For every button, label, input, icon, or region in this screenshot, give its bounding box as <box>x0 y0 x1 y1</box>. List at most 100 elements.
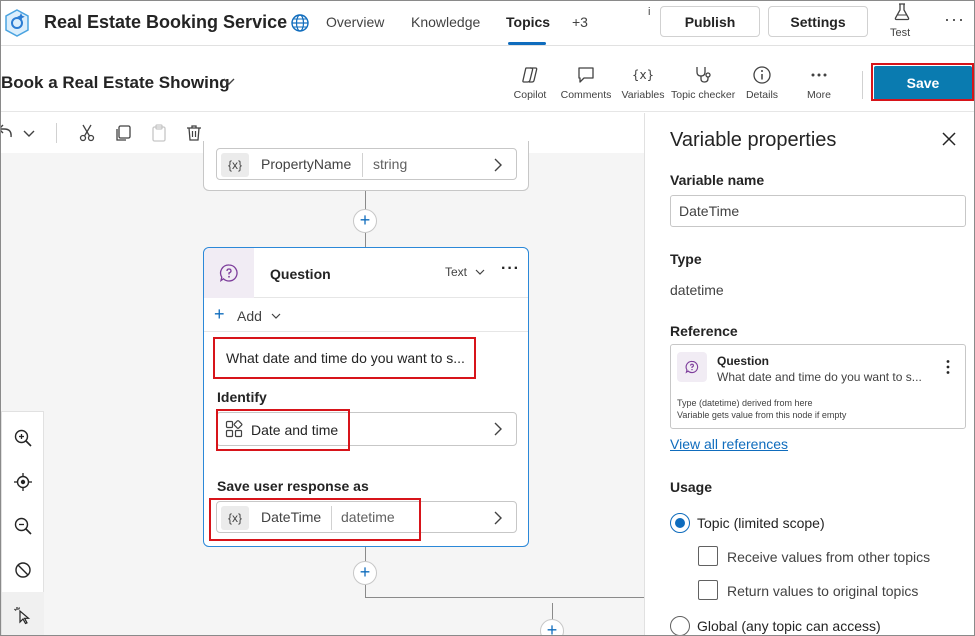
datetime-variable-field[interactable]: {x} DateTime datetime <box>216 501 517 533</box>
return-values-label[interactable]: Return values to original topics <box>727 583 918 599</box>
details-label: Details <box>745 89 779 101</box>
add-node-button[interactable]: + <box>540 619 564 635</box>
previous-node-card[interactable]: {x} PropertyName string <box>203 141 529 191</box>
publish-button[interactable]: Publish <box>660 6 760 37</box>
tab-knowledge[interactable]: Knowledge <box>411 14 480 30</box>
info-marker: i <box>648 6 651 18</box>
return-values-checkbox[interactable] <box>698 580 718 600</box>
chevron-right-icon[interactable] <box>492 158 504 172</box>
variable-type: string <box>373 156 408 172</box>
global-scope-radio[interactable] <box>670 616 690 635</box>
entity-label: Date and time <box>251 422 339 438</box>
copilot-icon <box>522 67 538 83</box>
chevron-down-icon[interactable] <box>474 266 486 278</box>
receive-values-checkbox[interactable] <box>698 546 718 566</box>
delete-icon[interactable] <box>184 123 204 143</box>
reference-node-text: What date and time do you want to s... <box>717 370 922 384</box>
comments-label: Comments <box>560 89 612 101</box>
canvas-zoom-toolbar <box>1 411 44 635</box>
close-icon[interactable] <box>941 131 957 147</box>
tab-more-count[interactable]: +3 <box>572 14 588 30</box>
panel-title: Variable properties <box>670 129 837 151</box>
toolbar-divider <box>862 71 863 99</box>
reference-card[interactable]: Question What date and time do you want … <box>670 344 966 429</box>
question-bubble-icon <box>685 360 699 374</box>
topic-bar: Book a Real Estate Showing Copilot Comme… <box>1 47 974 112</box>
question-node-header: Question Text ··· <box>204 248 528 298</box>
more-tool[interactable]: More <box>787 65 851 101</box>
chevron-down-icon[interactable] <box>270 310 282 322</box>
tab-overview[interactable]: Overview <box>326 14 384 30</box>
more-options-icon[interactable]: ··· <box>944 9 965 30</box>
globe-icon[interactable] <box>290 13 310 33</box>
variables-tool[interactable]: {x} Variables <box>611 65 675 101</box>
question-message-text[interactable]: What date and time do you want to s... <box>216 340 476 378</box>
cut-icon[interactable] <box>77 123 97 143</box>
node-more-options-icon[interactable]: ··· <box>501 260 520 278</box>
minimap-toggle-icon[interactable] <box>13 560 33 580</box>
recenter-icon[interactable] <box>13 472 33 492</box>
usage-label: Usage <box>670 479 713 495</box>
identify-entity-field[interactable]: Date and time <box>216 412 517 446</box>
question-mode-label[interactable]: Text <box>445 265 467 279</box>
undo-icon[interactable] <box>0 123 15 143</box>
tab-topics[interactable]: Topics <box>506 14 550 30</box>
zoom-in-icon[interactable] <box>13 428 33 448</box>
select-pointer-icon[interactable] <box>13 605 33 625</box>
question-bubble-icon <box>219 264 238 282</box>
variable-icon: {x} <box>221 153 249 177</box>
more-label: More <box>807 89 831 101</box>
field-separator <box>331 506 332 530</box>
vertical-ellipsis-icon[interactable] <box>945 359 951 375</box>
app-bar: Real Estate Booking Service Overview Kno… <box>1 1 974 46</box>
chevron-right-icon[interactable] <box>492 511 504 525</box>
save-response-label: Save user response as <box>217 478 369 494</box>
receive-values-label[interactable]: Receive values from other topics <box>727 549 930 565</box>
add-content-row[interactable]: + Add <box>204 298 528 332</box>
test-label[interactable]: Test <box>890 27 910 39</box>
add-node-button[interactable]: + <box>353 561 377 585</box>
topic-scope-label[interactable]: Topic (limited scope) <box>697 515 825 531</box>
authoring-canvas[interactable]: {x} PropertyName string + Question Text … <box>0 113 645 635</box>
connector-line <box>365 233 366 247</box>
reference-node-title: Question <box>717 354 770 368</box>
save-button[interactable]: Save <box>874 66 972 100</box>
global-scope-label[interactable]: Global (any topic can access) <box>697 618 881 634</box>
type-label: Type <box>670 251 702 267</box>
variable-name-label: Variable name <box>670 172 765 188</box>
stethoscope-icon <box>696 67 711 83</box>
ellipsis-icon <box>811 73 827 77</box>
undo-dropdown-chevron-icon[interactable] <box>21 123 37 143</box>
details-tool[interactable]: Details <box>730 65 794 101</box>
plus-icon: + <box>214 304 225 324</box>
settings-button[interactable]: Settings <box>768 6 868 37</box>
variable-name-input[interactable]: DateTime <box>670 195 966 227</box>
add-label: Add <box>237 308 262 324</box>
add-node-button[interactable]: + <box>353 209 377 233</box>
chevron-down-icon[interactable] <box>221 73 237 89</box>
question-icon-box <box>677 352 707 382</box>
copilot-tool[interactable]: Copilot <box>498 65 562 101</box>
zoom-out-icon[interactable] <box>13 516 33 536</box>
connector-line <box>365 547 366 561</box>
property-name-variable-field[interactable]: {x} PropertyName string <box>216 148 517 180</box>
app-window: Real Estate Booking Service Overview Kno… <box>0 0 975 636</box>
topic-scope-radio[interactable] <box>670 513 690 533</box>
test-flask-icon[interactable] <box>893 3 911 21</box>
view-all-references-link[interactable]: View all references <box>670 436 788 452</box>
reference-note-type: Type (datetime) derived from here <box>677 398 813 408</box>
connector-branch-line <box>365 597 645 598</box>
chevron-right-icon[interactable] <box>492 422 504 436</box>
svg-text:{x}: {x} <box>633 68 653 82</box>
question-node-card[interactable]: Question Text ··· + Add What date and ti… <box>203 247 529 547</box>
entity-icon <box>225 420 243 438</box>
copy-icon[interactable] <box>113 123 133 143</box>
topic-title[interactable]: Book a Real Estate Showing <box>1 73 230 93</box>
topic-checker-tool[interactable]: Topic checker <box>671 65 735 101</box>
variable-icon: {x} <box>633 68 653 82</box>
active-tab-indicator <box>508 42 546 45</box>
info-icon <box>753 66 771 84</box>
copilot-studio-logo <box>5 9 29 37</box>
comments-tool[interactable]: Comments <box>554 65 618 101</box>
topic-checker-label: Topic checker <box>671 89 736 101</box>
